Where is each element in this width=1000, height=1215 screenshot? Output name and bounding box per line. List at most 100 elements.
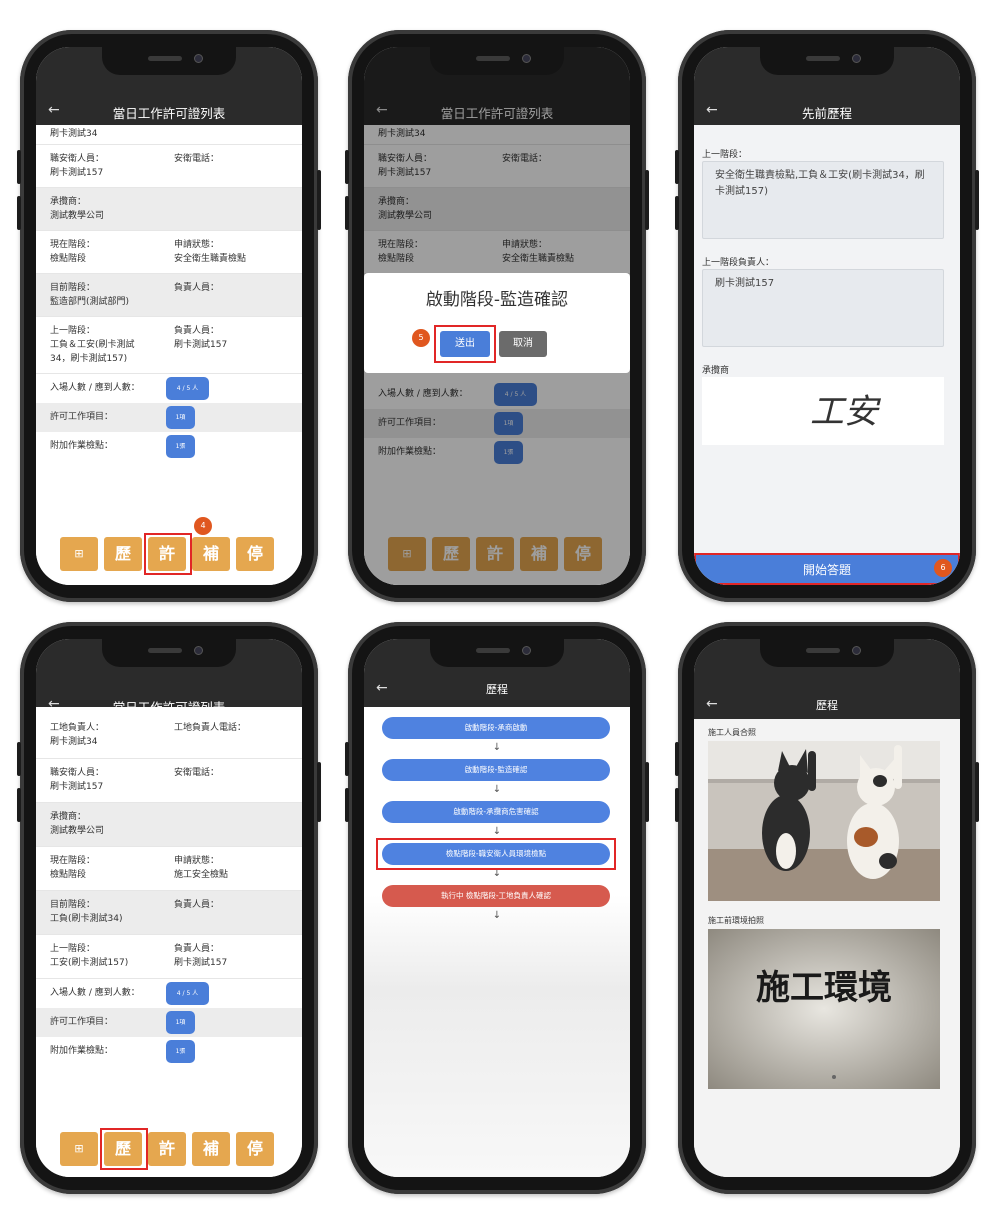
down-arrow-icon: ↓ [492, 910, 502, 921]
prev-owner-value: 刷卡測試157 [174, 958, 228, 968]
target-stage-label: 目前階段： [50, 900, 96, 910]
contractor-label: 承攬商： [50, 197, 87, 207]
apply-status-label: 申請狀態： [174, 240, 220, 250]
prev-stage-label: 上一階段： [702, 150, 748, 160]
highlight-box [376, 838, 616, 870]
page-title: 先前歷程 [801, 106, 852, 121]
permit-detail[interactable]: 刷卡測試34 職安衛人員： 刷卡測試157 安衛電話： 承攬商： 測試教學公司 現在… [36, 125, 302, 585]
permit-items-label: 許可工作項目： [50, 1017, 114, 1027]
prev-stage-label: 上一階段： [50, 944, 96, 954]
safety-phone-label: 安衛電話： [174, 154, 220, 164]
current-stage-label: 現在階段： [50, 240, 96, 250]
owner-label: 負責人員： [174, 900, 220, 910]
flow-step[interactable]: 啟動階段-監造確認 [382, 759, 610, 781]
target-stage-label: 目前階段： [50, 283, 96, 293]
phone-5: ← 歷程 啟動階段-承商啟動 ↓ 啟動階段-監造確認 ↓ 啟動階段-承攬商危害確… [345, 622, 649, 1194]
step-badge: 4 [194, 517, 212, 535]
prev-owner-label: 負責人員： [174, 944, 220, 954]
down-arrow-icon: ↓ [492, 784, 502, 795]
svg-text:工安: 工安 [810, 392, 882, 432]
permit-items-label: 許可工作項目： [50, 412, 114, 422]
stop-button[interactable]: 停 [236, 1132, 274, 1166]
highlight-box [144, 533, 192, 575]
highlight-box [100, 1128, 148, 1170]
photo-list: 施工人員合照 施工前環境拍照 施工環境 [694, 719, 960, 1177]
screen-previous-history: ← 先前歷程 上一階段： 安全衛生職責檢點,工負＆工安(刷卡測試34，刷卡測試1… [694, 47, 960, 585]
target-stage-value: 監造部門(測試部門) [50, 297, 130, 307]
step-badge: 5 [412, 329, 430, 347]
site-owner-value: 刷卡測試34 [50, 129, 98, 139]
safety-person-value: 刷卡測試157 [50, 168, 104, 178]
page-title: 歷程 [816, 699, 838, 712]
site-photo[interactable]: 施工環境 [708, 929, 940, 1089]
extra-check-label: 附加作業檢點： [50, 441, 114, 451]
permit-button[interactable]: 許 [148, 1132, 186, 1166]
history-button[interactable]: 歷 [104, 537, 142, 571]
permit-items-button[interactable]: 1項 [166, 406, 195, 429]
prev-owner-label: 上一階段負責人： [702, 258, 775, 268]
signature-pad[interactable]: 工安 [702, 377, 944, 445]
current-stage-label: 現在階段： [50, 856, 96, 866]
safety-person-label: 職安衛人員： [50, 154, 105, 164]
down-arrow-icon: ↓ [492, 742, 502, 753]
photo1-label: 施工人員合照 [708, 728, 756, 737]
screen-history-flow: ← 歷程 啟動階段-承商啟動 ↓ 啟動階段-監造確認 ↓ 啟動階段-承攬商危害確… [364, 639, 630, 1177]
down-arrow-icon: ↓ [492, 826, 502, 837]
flow-step[interactable]: 啟動階段-承攬商危害確認 [382, 801, 610, 823]
grid-icon[interactable]: ⊞ [60, 537, 98, 571]
screen-confirm-dialog: ← 當日工作許可證列表 刷卡測試34 職安衛人員： 刷卡測試157 安衛電話： 承… [364, 47, 630, 585]
flow-step[interactable]: 啟動階段-承商啟動 [382, 717, 610, 739]
current-stage-value: 檢點階段 [50, 254, 87, 264]
flow-step-current[interactable]: 執行中 檢點階段-工地負責人確認 [382, 885, 610, 907]
notch [102, 47, 236, 75]
extra-check-label: 附加作業檢點： [50, 1046, 114, 1056]
screen-permit-list-2: ← 當日工作許可證列表 工地負責人： 刷卡測試34 工地負責人電話： 職安衛人員：… [36, 639, 302, 1177]
apply-status-label: 申請狀態： [174, 856, 220, 866]
apply-status-value: 施工安全檢點 [174, 870, 229, 880]
highlight-box [434, 325, 496, 363]
prev-owner-field[interactable]: 刷卡測試157 [702, 269, 944, 347]
stop-button[interactable]: 停 [236, 537, 274, 571]
dialog-title: 啟動階段-監造確認 [425, 290, 569, 310]
prev-stage-label: 上一階段： [50, 326, 96, 336]
page-title: 當日工作許可證列表 [112, 106, 226, 121]
permit-items-button[interactable]: 1項 [166, 1011, 195, 1034]
contractor-label: 承攬商： [50, 812, 87, 822]
notch [760, 47, 894, 75]
safety-person-label: 職安衛人員： [50, 768, 105, 778]
permit-detail[interactable]: 工地負責人： 刷卡測試34 工地負責人電話： 職安衛人員： 刷卡測試157 安衛電話… [36, 721, 302, 1177]
extra-check-button[interactable]: 1張 [166, 435, 195, 458]
signature-image: 工安 [810, 392, 882, 432]
phone-2: ← 當日工作許可證列表 刷卡測試34 職安衛人員： 刷卡測試157 安衛電話： 承… [345, 30, 649, 602]
grid-icon[interactable]: ⊞ [60, 1132, 98, 1166]
phone-1: ← 當日工作許可證列表 刷卡測試34 職安衛人員： 刷卡測試157 安衛電話： 承… [17, 30, 321, 602]
safety-person-value: 刷卡測試157 [50, 782, 104, 792]
current-stage-value: 檢點階段 [50, 870, 87, 880]
prev-stage-value-cont: 34，刷卡測試157) [50, 354, 128, 364]
prev-owner-label: 負責人員： [174, 326, 220, 336]
phone-6: ← 歷程 施工人員合照 施工前環境拍照 施工環境 [675, 622, 979, 1194]
contractor-value: 測試教學公司 [50, 826, 105, 836]
group-photo-image [708, 741, 940, 901]
prev-stage-value: 工安(刷卡測試157) [50, 958, 129, 968]
extra-check-button[interactable]: 1張 [166, 1040, 195, 1063]
prev-owner-value: 刷卡測試157 [174, 340, 228, 350]
owner-label: 負責人員： [174, 283, 220, 293]
photo2-label: 施工前環境拍照 [708, 916, 764, 925]
supplement-button[interactable]: 補 [192, 537, 230, 571]
cancel-button[interactable]: 取消 [499, 331, 547, 357]
attendance-button[interactable]: 4 / 5 人 [166, 377, 209, 400]
apply-status-value: 安全衛生職責檢點 [174, 254, 247, 264]
prev-stage-value: 工負＆工安(刷卡測試 [50, 340, 135, 350]
site-owner-label: 工地負責人： [50, 723, 105, 733]
attendance-label: 入場人數 / 應到人數： [50, 988, 140, 998]
prev-stage-field[interactable]: 安全衛生職責檢點,工負＆工安(刷卡測試34，刷卡測試157) [702, 161, 944, 239]
screen-permit-list: ← 當日工作許可證列表 刷卡測試34 職安衛人員： 刷卡測試157 安衛電話： 承… [36, 47, 302, 585]
phone-4: ← 當日工作許可證列表 工地負責人： 刷卡測試34 工地負責人電話： 職安衛人員：… [17, 622, 321, 1194]
notch [430, 639, 564, 667]
attendance-button[interactable]: 4 / 5 人 [166, 982, 209, 1005]
group-photo[interactable] [708, 741, 940, 901]
svg-text:施工環境: 施工環境 [756, 968, 892, 1008]
supplement-button[interactable]: 補 [192, 1132, 230, 1166]
page-title: 歷程 [486, 683, 508, 696]
